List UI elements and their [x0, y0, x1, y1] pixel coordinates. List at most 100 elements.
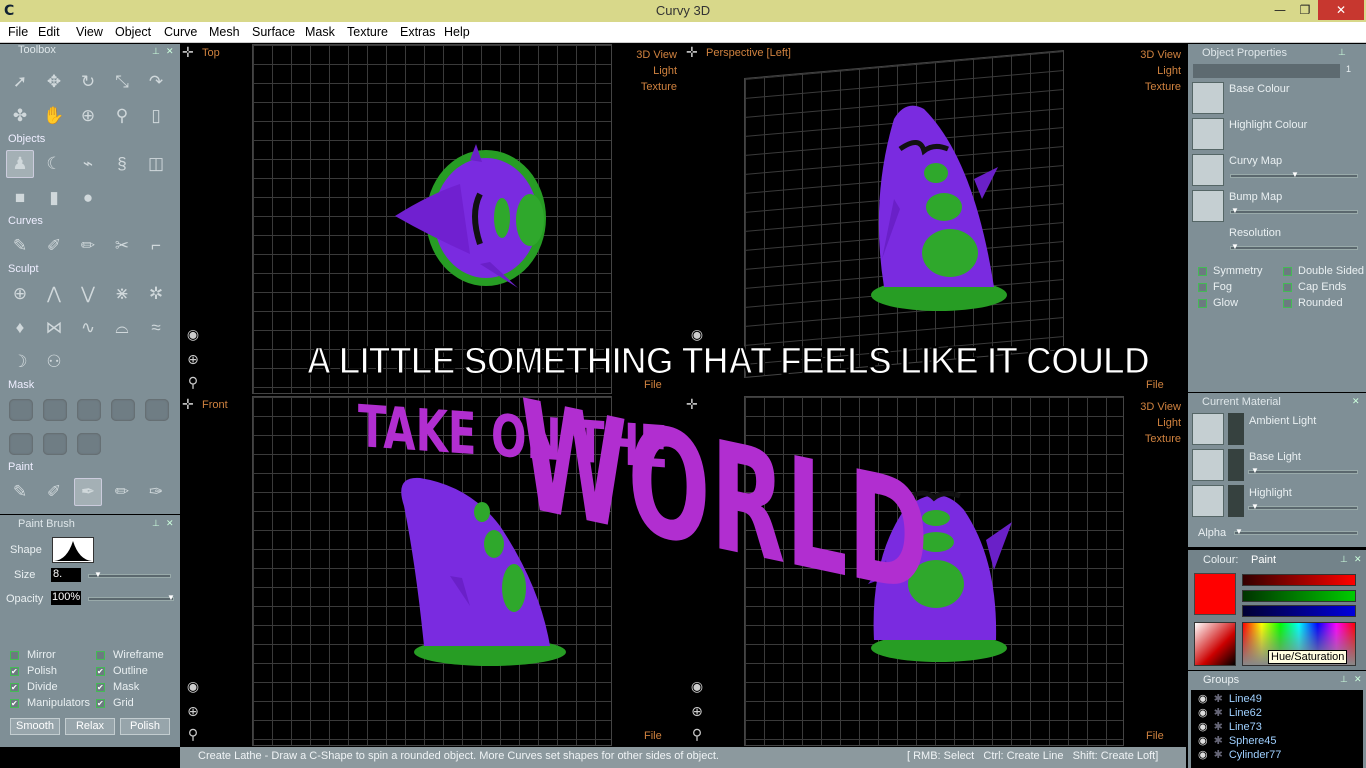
- relax-button[interactable]: Relax: [65, 718, 115, 735]
- menu-file[interactable]: File: [8, 25, 28, 39]
- fog-checkbox[interactable]: [1198, 283, 1207, 292]
- lock-icon[interactable]: ✱: [1214, 721, 1223, 733]
- mask-brush-8-icon[interactable]: [77, 433, 101, 455]
- curve-add-icon[interactable]: ✐: [40, 232, 68, 260]
- curvy-map-slider[interactable]: ▼: [1230, 171, 1358, 179]
- base-light-slider[interactable]: ▼: [1248, 467, 1358, 475]
- pin-icon[interactable]: ⊥: [1338, 47, 1348, 57]
- highlight-colour[interactable]: [1228, 485, 1244, 517]
- cylinder-icon[interactable]: ▮: [40, 184, 68, 212]
- ambient-light-swatch[interactable]: [1192, 413, 1224, 445]
- resolution-slider[interactable]: ▼: [1230, 243, 1358, 251]
- close-panel-icon[interactable]: ✕: [1352, 396, 1362, 406]
- pin-icon[interactable]: ⊥: [152, 46, 162, 56]
- group-row[interactable]: ◉ ✱ Sphere45: [1192, 734, 1352, 748]
- menu-mesh[interactable]: Mesh: [209, 25, 240, 39]
- plane-object-icon[interactable]: ◫: [142, 150, 170, 178]
- opt-texture[interactable]: Texture: [1140, 431, 1181, 447]
- sphere-icon[interactable]: ●: [74, 184, 102, 212]
- polish-button[interactable]: Polish: [120, 718, 170, 735]
- rounded-checkbox[interactable]: [1283, 299, 1292, 308]
- checkbox-mirror[interactable]: [10, 651, 19, 660]
- mask-brush-4-icon[interactable]: [111, 399, 135, 421]
- close-panel-icon[interactable]: ✕: [166, 46, 176, 56]
- visibility-eye-icon[interactable]: ◉: [1198, 707, 1208, 719]
- visibility-eye-icon[interactable]: ◉: [1198, 693, 1208, 705]
- menu-surface[interactable]: Surface: [252, 25, 295, 39]
- paint-smudge-icon[interactable]: ✏: [108, 478, 136, 506]
- sculpt-dome-icon[interactable]: ⌓: [108, 314, 136, 342]
- close-panel-icon[interactable]: ✕: [1354, 554, 1364, 564]
- checkbox-wireframe[interactable]: [96, 651, 105, 660]
- size-input[interactable]: 8.: [51, 568, 81, 582]
- highlight-colour-swatch[interactable]: [1192, 118, 1224, 150]
- visibility-eye-icon[interactable]: ◉: [1198, 749, 1208, 761]
- paint-brush-icon[interactable]: ✎: [6, 478, 34, 506]
- object-name-field[interactable]: [1193, 64, 1340, 78]
- mask-brush-3-icon[interactable]: [77, 399, 101, 421]
- minimize-button[interactable]: —: [1268, 0, 1292, 20]
- glow-checkbox[interactable]: [1198, 299, 1207, 308]
- alpha-slider[interactable]: ▼: [1234, 528, 1358, 536]
- menu-view[interactable]: View: [76, 25, 103, 39]
- paint-airbrush-icon[interactable]: ✐: [40, 478, 68, 506]
- pin-icon[interactable]: ⊥: [1340, 674, 1350, 684]
- viewport-move-icon[interactable]: ✛: [686, 46, 700, 60]
- paint-tab[interactable]: Paint: [1251, 554, 1276, 566]
- move-icon[interactable]: ✥: [40, 68, 68, 96]
- blue-slider[interactable]: [1242, 605, 1356, 617]
- hand-pan-icon[interactable]: ✋: [40, 102, 68, 130]
- model-perspective-view[interactable]: [864, 99, 1014, 319]
- size-slider[interactable]: ▼: [88, 571, 171, 579]
- opacity-slider[interactable]: ▼: [88, 594, 175, 602]
- close-panel-icon[interactable]: ✕: [1354, 674, 1364, 684]
- twist-icon[interactable]: ✤: [6, 102, 34, 130]
- mask-brush-1-icon[interactable]: [9, 399, 33, 421]
- highlight-swatch[interactable]: [1192, 485, 1224, 517]
- checkbox-mask[interactable]: ✔: [96, 683, 105, 692]
- opt-light[interactable]: Light: [1140, 415, 1181, 431]
- curve-corner-icon[interactable]: ⌐: [142, 232, 170, 260]
- sculpt-flatten-icon[interactable]: ✲: [142, 280, 170, 308]
- sculpt-split-icon[interactable]: ⋈: [40, 314, 68, 342]
- mask-brush-2-icon[interactable]: [43, 399, 67, 421]
- camera-icon[interactable]: ◉: [689, 679, 705, 695]
- brush-shape-preview[interactable]: [52, 537, 94, 563]
- pin-icon[interactable]: ⊥: [152, 518, 162, 528]
- curvy-map-swatch[interactable]: [1192, 154, 1224, 186]
- extrude-object-icon[interactable]: ⌁: [74, 150, 102, 178]
- checkbox-grid[interactable]: ✔: [96, 699, 105, 708]
- menu-edit[interactable]: Edit: [38, 25, 60, 39]
- menu-mask[interactable]: Mask: [305, 25, 335, 39]
- opt-texture[interactable]: Texture: [636, 79, 677, 95]
- group-row[interactable]: ◉ ✱ Line73: [1192, 720, 1352, 734]
- target-icon[interactable]: ⊕: [74, 102, 102, 130]
- document-icon[interactable]: ▯: [142, 102, 170, 130]
- ambient-light-colour[interactable]: [1228, 413, 1244, 445]
- select-arrow-icon[interactable]: ➚: [6, 68, 34, 96]
- spiral-object-icon[interactable]: §: [108, 150, 136, 178]
- menu-texture[interactable]: Texture: [347, 25, 388, 39]
- orbit-icon[interactable]: ⊕: [689, 704, 705, 720]
- group-row[interactable]: ◉ ✱ Line49: [1192, 692, 1352, 706]
- zoom-icon[interactable]: ⚲: [689, 727, 705, 743]
- highlight-slider[interactable]: ▼: [1248, 503, 1358, 511]
- green-slider[interactable]: [1242, 590, 1356, 602]
- checkbox-manipulators[interactable]: ✔: [10, 699, 19, 708]
- file-label[interactable]: File: [644, 730, 662, 742]
- menu-extras[interactable]: Extras: [400, 25, 435, 39]
- curve-pen-icon[interactable]: ✎: [6, 232, 34, 260]
- bump-map-slider[interactable]: ▼: [1230, 207, 1358, 215]
- menu-object[interactable]: Object: [115, 25, 151, 39]
- menu-help[interactable]: Help: [444, 25, 470, 39]
- opt-3d-view[interactable]: 3D View: [1140, 399, 1181, 415]
- opacity-input[interactable]: 100%: [51, 591, 81, 605]
- close-panel-icon[interactable]: ✕: [166, 518, 176, 528]
- maximize-button[interactable]: ❐: [1294, 0, 1316, 20]
- curve-cut-icon[interactable]: ✂: [108, 232, 136, 260]
- opt-texture[interactable]: Texture: [1140, 79, 1181, 95]
- file-label[interactable]: File: [1146, 730, 1164, 742]
- sculpt-wave-icon[interactable]: ∿: [74, 314, 102, 342]
- pin-icon[interactable]: ⊥: [1340, 554, 1350, 564]
- lock-icon[interactable]: ✱: [1214, 749, 1223, 761]
